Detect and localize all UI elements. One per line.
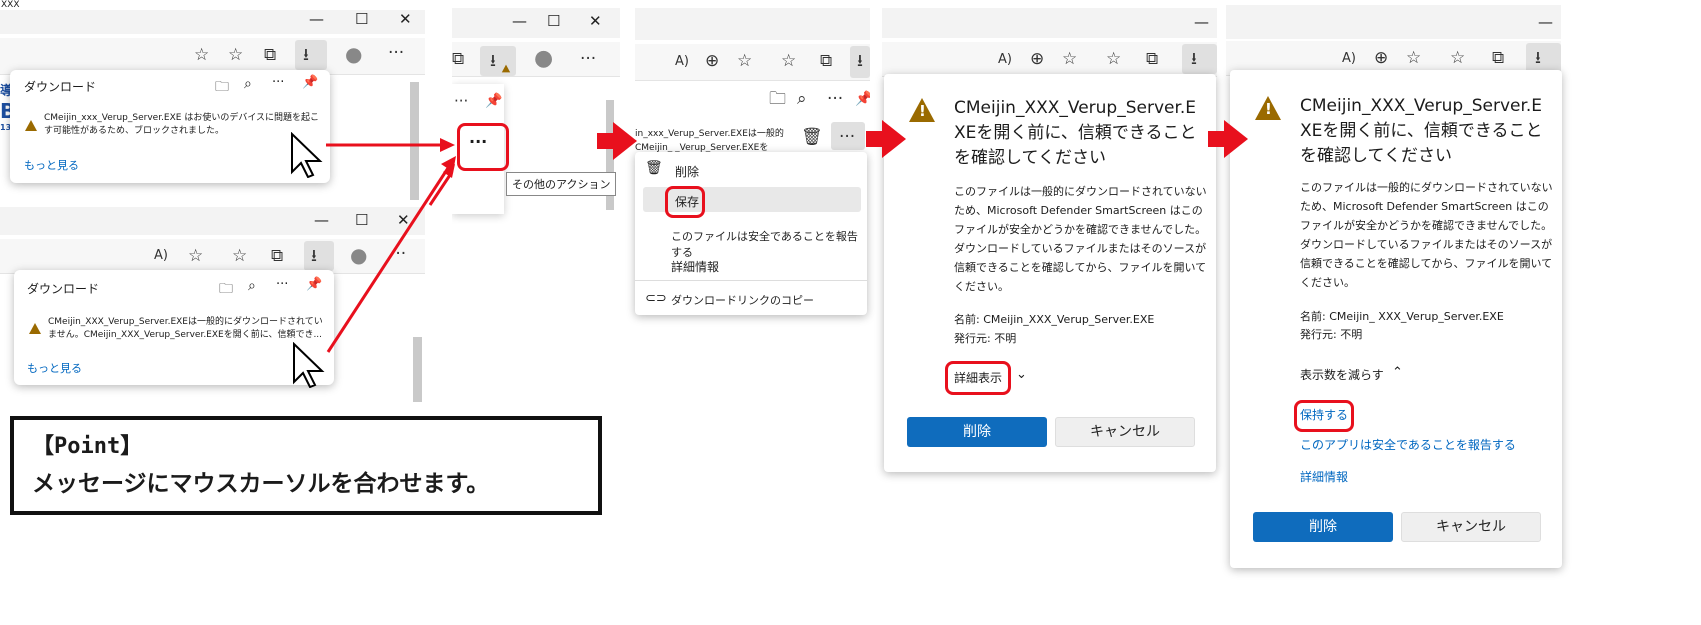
step-arrow <box>866 120 906 158</box>
step-arrow <box>1208 120 1248 158</box>
step-arrow <box>597 122 637 160</box>
flow-arrow-lines <box>326 138 456 353</box>
